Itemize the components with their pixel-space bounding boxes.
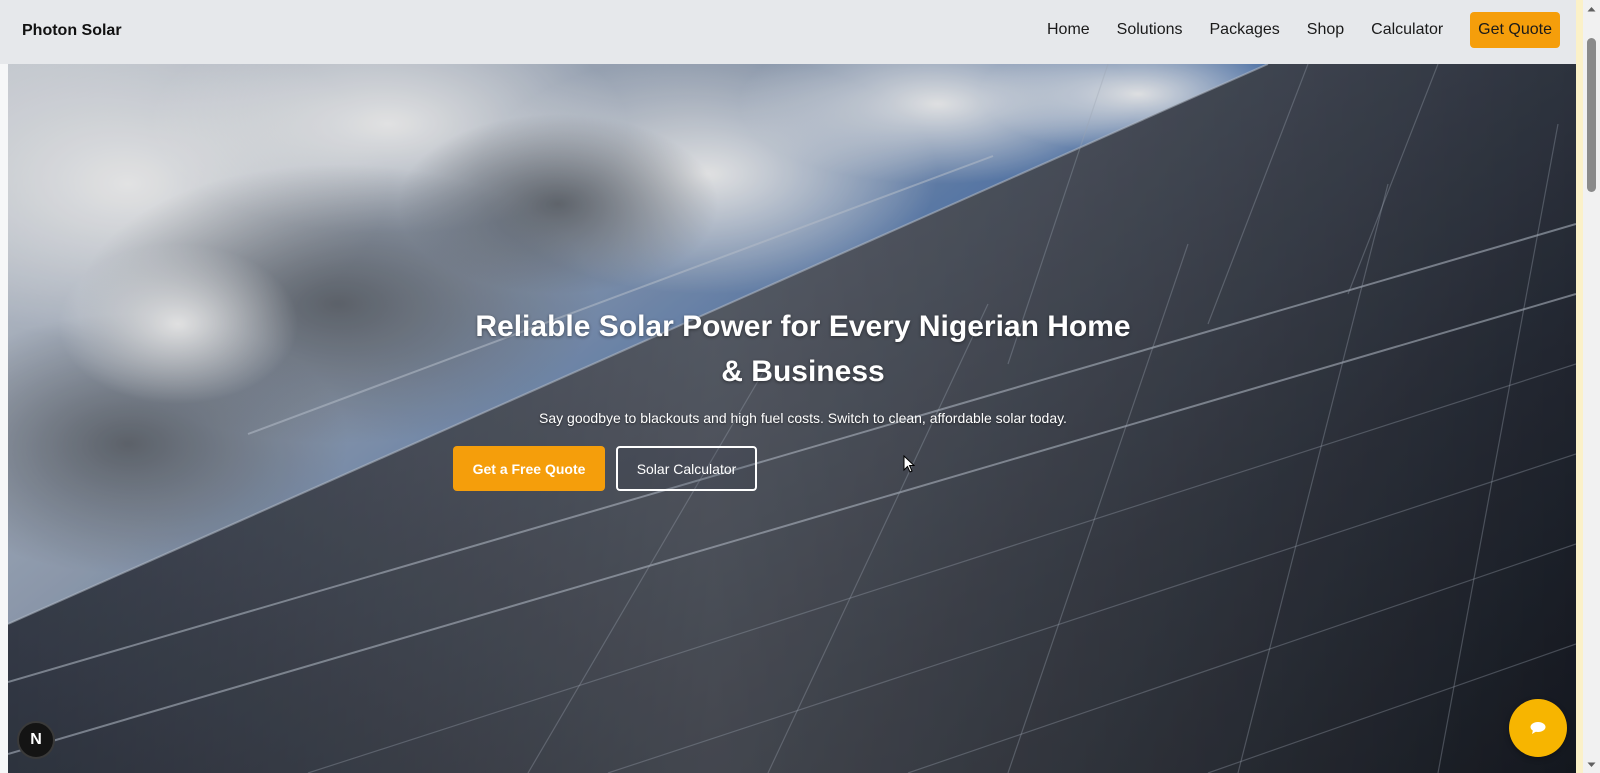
scroll-down-arrow-icon[interactable] <box>1583 756 1600 773</box>
site-navbar: Photon Solar Home Solutions Packages Sho… <box>0 0 1576 64</box>
nav-link-home[interactable]: Home <box>1047 21 1090 39</box>
scrollbar-thumb[interactable] <box>1587 38 1596 192</box>
chat-button[interactable] <box>1509 699 1567 757</box>
hero-title-line1: Reliable Solar Power for Every Nigerian … <box>475 310 1131 343</box>
nav-link-calculator[interactable]: Calculator <box>1371 21 1443 39</box>
main-nav: Home Solutions Packages Shop Calculator … <box>1047 12 1560 48</box>
brand-logo[interactable]: Photon Solar <box>22 22 122 40</box>
right-page-edge <box>1576 0 1583 773</box>
free-quote-button[interactable]: Get a Free Quote <box>453 446 605 491</box>
hero-title: Reliable Solar Power for Every Nigerian … <box>434 304 1172 394</box>
browser-viewport: Photon Solar Home Solutions Packages Sho… <box>0 0 1583 773</box>
nav-link-shop[interactable]: Shop <box>1307 21 1344 39</box>
left-page-edge <box>0 0 8 773</box>
mouse-cursor-icon <box>903 455 915 473</box>
nextjs-devtools-icon[interactable]: N <box>17 721 55 759</box>
hero-subtitle: Say goodbye to blackouts and high fuel c… <box>539 410 1067 426</box>
devtools-badge-letter: N <box>30 731 42 748</box>
hero-section: Reliable Solar Power for Every Nigerian … <box>8 64 1576 773</box>
nav-link-packages[interactable]: Packages <box>1210 21 1280 39</box>
hero-title-line2: & Business <box>721 355 885 388</box>
scroll-up-arrow-icon[interactable] <box>1583 0 1600 17</box>
solar-calculator-button[interactable]: Solar Calculator <box>616 446 757 491</box>
get-quote-nav-button[interactable]: Get Quote <box>1470 12 1560 48</box>
page-scrollbar[interactable] <box>1583 0 1600 773</box>
nav-link-solutions[interactable]: Solutions <box>1117 21 1183 39</box>
chat-bubble-icon <box>1530 722 1546 734</box>
